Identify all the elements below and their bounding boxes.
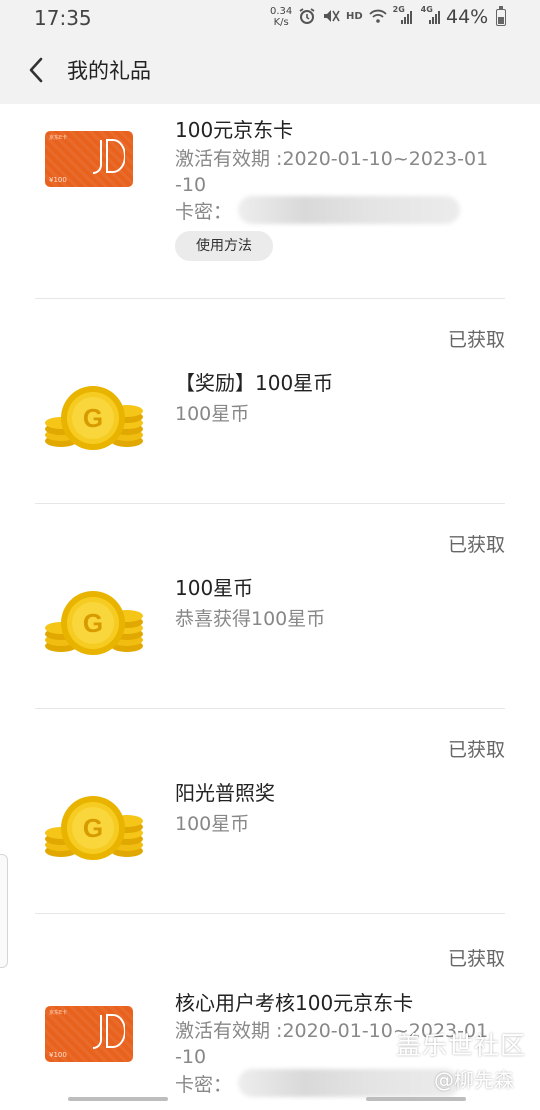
network-speed-value: 0.34 — [270, 6, 293, 17]
status-badge: 已获取 — [447, 534, 505, 556]
signal-2g-icon: 2G — [393, 5, 415, 25]
battery-fill — [498, 17, 504, 24]
jd-card-image: 京东E卡 ¥100 — [45, 131, 133, 187]
watermark-community: 盖乐世社区 — [396, 1031, 527, 1060]
battery-icon — [496, 6, 506, 26]
status-badge: 已获取 — [447, 329, 505, 351]
coin-thumbnail: G — [43, 385, 145, 455]
gift-item[interactable]: 已获取 G 100星币 恭喜获得100星币 — [35, 504, 505, 709]
jd-logo-icon — [92, 1014, 125, 1049]
status-time: 17:35 — [34, 6, 92, 30]
app-header: 我的礼品 — [0, 36, 540, 104]
jd-card-image: 京东E卡 ¥100 — [45, 1006, 133, 1062]
signal-4g-icon: 4G — [421, 5, 443, 25]
coin-thumbnail: G — [43, 795, 145, 865]
nav-gesture-hint-right[interactable] — [366, 1097, 466, 1101]
card-brand: 京东E卡 — [49, 1010, 68, 1016]
card-amount: ¥100 — [49, 1051, 67, 1059]
gift-subtitle: 恭喜获得100星币 — [175, 608, 326, 630]
card-secret-label: 卡密： — [175, 200, 233, 223]
coin-letter: G — [83, 813, 103, 843]
usage-button[interactable]: 使用方法 — [175, 231, 273, 261]
jd-card-thumbnail: 京东E卡 ¥100 — [45, 1006, 133, 1062]
gift-subtitle: 100星币 — [175, 813, 250, 835]
back-button[interactable] — [18, 50, 54, 90]
jd-card-thumbnail: 京东E卡 ¥100 — [45, 131, 133, 187]
nav-gesture-hint-left[interactable] — [68, 1097, 168, 1101]
signal-bars-2 — [428, 11, 440, 24]
status-bar: 17:35 0.34 K/s HD 2G 4G 44% — [0, 0, 540, 36]
gift-title: 100元京东卡 — [175, 118, 294, 142]
nav-bar — [0, 1086, 540, 1110]
chevron-left-icon — [29, 57, 43, 83]
card-secret-masked — [238, 196, 461, 224]
signal-bars-1 — [400, 11, 412, 24]
gift-subtitle: 100星币 — [175, 403, 250, 425]
coin-icon: G — [45, 591, 143, 655]
alarm-icon — [299, 8, 315, 24]
status-icons: HD 2G 4G — [298, 5, 443, 25]
gift-item[interactable]: 已获取 G 阳光普照奖 100星币 — [35, 709, 505, 914]
battery-percent: 44% — [446, 6, 489, 28]
wifi-icon — [369, 9, 387, 23]
mute-icon — [324, 10, 340, 22]
status-badge: 已获取 — [447, 948, 505, 970]
coin-letter: G — [83, 608, 103, 638]
coin-letter: G — [83, 403, 103, 433]
validity-text: 激活有效期 :2020-01-10~2023-01-10 — [175, 148, 489, 196]
gift-title: 100星币 — [175, 576, 254, 600]
gift-item[interactable]: 京东E卡 ¥100 100元京东卡 激活有效期 :2020-01-10~2023… — [35, 104, 505, 299]
coin-thumbnail: G — [43, 590, 145, 660]
page-title: 我的礼品 — [67, 59, 151, 83]
card-secret-row: 卡密： — [175, 196, 461, 224]
coin-icon: G — [45, 386, 143, 450]
edge-panel-handle[interactable] — [0, 854, 8, 968]
gift-list[interactable]: 京东E卡 ¥100 100元京东卡 激活有效期 :2020-01-10~2023… — [0, 104, 540, 1110]
jd-logo-icon — [92, 139, 125, 174]
network-speed-unit: K/s — [273, 17, 289, 28]
gift-title: 阳光普照奖 — [175, 781, 275, 805]
gift-title: 【奖励】100星币 — [175, 371, 334, 395]
coin-icon: G — [45, 796, 143, 860]
status-badge: 已获取 — [447, 739, 505, 761]
gift-item[interactable]: 已获取 G 【奖励】100星币 100星币 — [35, 299, 505, 504]
card-amount: ¥100 — [49, 176, 67, 184]
hd-icon: HD — [346, 10, 363, 22]
gift-title: 核心用户考核100元京东卡 — [175, 991, 414, 1015]
network-speed: 0.34 K/s — [270, 6, 292, 28]
card-brand: 京东E卡 — [49, 135, 68, 141]
